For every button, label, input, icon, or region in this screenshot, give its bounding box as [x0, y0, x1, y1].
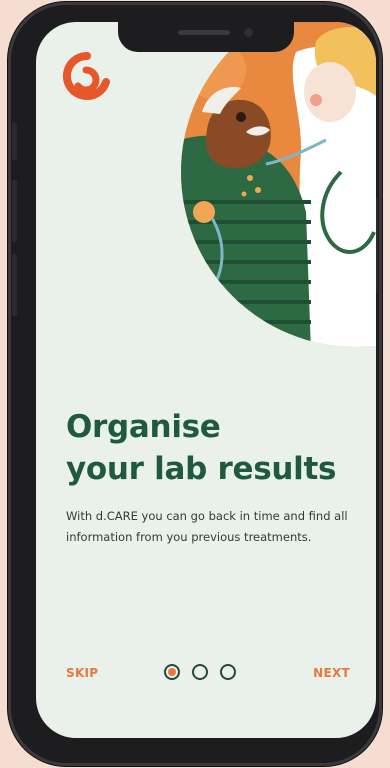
page-dot-1-active[interactable] [164, 664, 180, 680]
skip-button[interactable]: SKIP [66, 666, 98, 680]
doctor-patient-illustration [181, 22, 376, 347]
onboarding-title: Organise your lab results [66, 406, 356, 490]
page-indicator [164, 664, 236, 680]
page-dot-3[interactable] [220, 664, 236, 680]
notch [118, 22, 294, 52]
front-camera [244, 28, 253, 37]
volume-up-button [12, 180, 17, 242]
onboarding-description: With d.CARE you can go back in time and … [66, 509, 348, 544]
app-logo-icon [62, 52, 110, 100]
active-dot-fill [168, 668, 176, 676]
title-line-1: Organise [66, 409, 221, 445]
onboarding-screen: Organise your lab results With d.CARE yo… [36, 22, 376, 738]
title-line-2: your lab results [66, 451, 337, 487]
volume-down-button [12, 254, 17, 316]
next-button[interactable]: NEXT [313, 666, 350, 680]
speaker [178, 30, 230, 35]
mute-switch [12, 122, 17, 160]
page-dot-2[interactable] [192, 664, 208, 680]
phone-frame: Organise your lab results With d.CARE yo… [8, 2, 382, 766]
